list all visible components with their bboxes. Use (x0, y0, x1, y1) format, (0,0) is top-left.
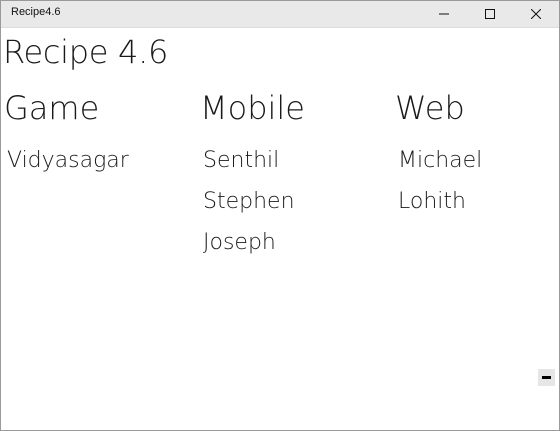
group-items: Michael Lohith (395, 140, 559, 222)
group-mobile: Mobile Senthil Stephen Joseph (200, 86, 390, 263)
group-items: Senthil Stephen Joseph (200, 140, 390, 263)
minimize-button[interactable] (421, 1, 467, 27)
maximize-button[interactable] (467, 1, 513, 27)
list-item[interactable]: Michael (398, 140, 559, 181)
group-items: Vidyasagar (4, 140, 194, 181)
group-header[interactable]: Web (395, 86, 559, 130)
close-button[interactable] (513, 1, 559, 27)
group-header[interactable]: Game (4, 86, 194, 130)
page-title: Recipe 4.6 (3, 33, 169, 71)
title-bar[interactable]: Recipe4.6 (1, 1, 559, 28)
semantic-zoom-view[interactable]: Recipe 4.6 Game Vidyasagar Mobile Senthi… (1, 28, 559, 430)
window-title: Recipe4.6 (11, 6, 61, 18)
list-item[interactable]: Stephen (203, 181, 390, 222)
list-item[interactable]: Joseph (203, 222, 390, 263)
close-icon (531, 9, 541, 19)
zoom-out-button[interactable] (538, 369, 555, 386)
list-item[interactable]: Lohith (398, 181, 559, 222)
list-item[interactable]: Senthil (203, 140, 390, 181)
minimize-icon (439, 13, 449, 15)
group-web: Web Michael Lohith (395, 86, 559, 222)
maximize-icon (485, 9, 495, 19)
group-header[interactable]: Mobile (200, 86, 390, 130)
app-window: Recipe4.6 Recipe 4.6 Game Vidyasagar Mob… (0, 0, 560, 431)
minus-icon (542, 376, 551, 379)
list-item[interactable]: Vidyasagar (7, 140, 194, 181)
group-game: Game Vidyasagar (4, 86, 194, 181)
